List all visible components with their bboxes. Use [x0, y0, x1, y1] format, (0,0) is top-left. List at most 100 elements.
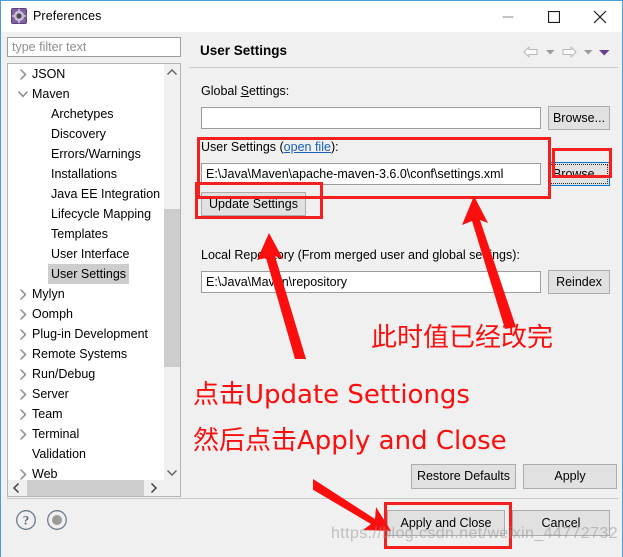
tree-item-errors-warnings[interactable]: Errors/Warnings: [8, 144, 165, 164]
view-menu-icon[interactable]: [596, 43, 612, 61]
page-title: User Settings: [200, 43, 288, 58]
chevron-right-icon[interactable]: [17, 324, 29, 344]
apply-button[interactable]: Apply: [523, 464, 617, 489]
tree-item-label: Discovery: [51, 127, 106, 141]
tree-item-label: Maven: [32, 87, 70, 101]
filter-input[interactable]: [7, 37, 181, 57]
chevron-right-icon[interactable]: [17, 64, 29, 84]
chevron-right-icon[interactable]: [17, 384, 29, 404]
global-settings-browse-button[interactable]: Browse...: [548, 106, 610, 130]
local-repository-label: Local Repository (From merged user and g…: [201, 248, 520, 262]
tree-item-terminal[interactable]: Terminal: [8, 424, 165, 444]
tree-item-team[interactable]: Team: [8, 404, 165, 424]
tree-item-templates[interactable]: Templates: [8, 224, 165, 244]
tree-item-label: Terminal: [32, 427, 80, 441]
tree-item-discovery[interactable]: Discovery: [8, 124, 165, 144]
scroll-up-icon[interactable]: [164, 64, 180, 81]
tree-item-oomph[interactable]: Oomph: [8, 304, 165, 324]
settings-form: Global Settings: Browse... User Settings…: [189, 68, 618, 460]
maximize-button[interactable]: [531, 1, 576, 32]
tree-horizontal-scrollbar[interactable]: [8, 480, 180, 496]
screenshot-root: Preferences JSON Maven Archetypes: [0, 0, 623, 557]
user-settings-label: User Settings (open file):: [201, 140, 339, 154]
maximize-icon: [547, 10, 560, 23]
preferences-sidebar: JSON Maven Archetypes Discovery Errors/Warni…: [7, 37, 181, 497]
scroll-left-icon[interactable]: [8, 480, 25, 496]
info-icon[interactable]: [46, 509, 68, 531]
tree-item-plug-in-development[interactable]: Plug-in Development: [8, 324, 165, 344]
reindex-button[interactable]: Reindex: [548, 270, 610, 294]
user-settings-page: User Settings Global Settings: Browse...…: [189, 37, 618, 497]
tree-item-label: Validation: [32, 447, 86, 461]
tree-item-label: User Interface: [51, 247, 130, 261]
title-bar: Preferences: [1, 1, 622, 32]
chevron-right-icon[interactable]: [17, 424, 29, 444]
back-dropdown-icon[interactable]: [542, 43, 558, 61]
tree-item-label: Java EE Integration: [51, 187, 161, 201]
forward-dropdown-icon[interactable]: [580, 43, 596, 61]
minimize-button[interactable]: [485, 1, 530, 32]
svg-text:?: ?: [23, 513, 30, 528]
cancel-button[interactable]: Cancel: [512, 510, 610, 536]
chevron-right-icon[interactable]: [17, 344, 29, 364]
tree-item-validation[interactable]: Validation: [8, 444, 165, 464]
dialog-footer: ? Apply and Close Cancel: [1, 499, 622, 557]
chevron-right-icon[interactable]: [17, 304, 29, 324]
tree-item-json[interactable]: JSON: [8, 64, 165, 84]
scroll-down-icon[interactable]: [164, 464, 180, 481]
user-settings-input[interactable]: [201, 163, 541, 185]
back-arrow-icon[interactable]: [520, 43, 542, 61]
restore-defaults-button[interactable]: Restore Defaults: [411, 464, 516, 489]
tree-item-label: Server: [32, 387, 69, 401]
tree-item-label: Errors/Warnings: [51, 147, 141, 161]
preferences-tree: JSON Maven Archetypes Discovery Errors/Warni…: [7, 63, 181, 497]
tree-item-web[interactable]: Web: [8, 464, 165, 481]
tree-item-maven[interactable]: Maven: [8, 84, 165, 104]
chevron-right-icon[interactable]: [17, 364, 29, 384]
user-settings-browse-button[interactable]: Browse...: [548, 162, 610, 186]
minimize-icon: [502, 16, 513, 17]
tree-item-label: Oomph: [32, 307, 73, 321]
tree-item-user-settings[interactable]: User Settings: [8, 264, 165, 284]
tree-item-server[interactable]: Server: [8, 384, 165, 404]
user-settings-label-suffix: ):: [330, 140, 339, 154]
tree-item-label: Plug-in Development: [32, 327, 149, 341]
forward-arrow-icon[interactable]: [558, 43, 580, 61]
close-icon: [593, 10, 606, 23]
apply-and-close-label: Apply and Close: [400, 515, 492, 530]
global-settings-input[interactable]: [201, 107, 541, 129]
local-repository-input[interactable]: [201, 271, 541, 293]
preferences-tree-list: JSON Maven Archetypes Discovery Errors/Warni…: [8, 64, 165, 481]
scrollbar-corner: [164, 480, 180, 496]
tree-item-label: Templates: [51, 227, 108, 241]
global-settings-label: Global Settings:: [201, 84, 290, 98]
chevron-right-icon[interactable]: [17, 464, 29, 481]
tree-item-run-debug[interactable]: Run/Debug: [8, 364, 165, 384]
tree-item-mylyn[interactable]: Mylyn: [8, 284, 165, 304]
tree-item-archetypes[interactable]: Archetypes: [8, 104, 165, 124]
close-button[interactable]: [577, 1, 622, 32]
tree-item-user-interface[interactable]: User Interface: [8, 244, 165, 264]
tree-item-label: User Settings: [48, 264, 130, 284]
tree-item-lifecycle-mapping[interactable]: Lifecycle Mapping: [8, 204, 165, 224]
help-icon[interactable]: ?: [15, 509, 37, 531]
tree-item-java-ee-integration[interactable]: Java EE Integration: [8, 184, 165, 204]
tree-hscroll-thumb[interactable]: [27, 480, 144, 496]
chevron-down-icon[interactable]: [17, 84, 29, 104]
tree-item-remote-systems[interactable]: Remote Systems: [8, 344, 165, 364]
update-settings-button[interactable]: Update Settings: [201, 192, 306, 216]
tree-vertical-scrollbar[interactable]: [164, 64, 180, 481]
tree-scroll-thumb[interactable]: [164, 209, 180, 367]
tree-item-label: Installations: [51, 167, 118, 181]
tree-item-label: Team: [32, 407, 63, 421]
open-file-link[interactable]: open file: [284, 140, 331, 154]
apply-and-close-button[interactable]: Apply and Close: [387, 510, 505, 536]
scroll-right-icon[interactable]: [145, 480, 162, 496]
preferences-dialog: Preferences JSON Maven Archetypes: [0, 0, 623, 557]
tree-item-installations[interactable]: Installations: [8, 164, 165, 184]
chevron-right-icon[interactable]: [17, 284, 29, 304]
cancel-label: Cancel: [541, 515, 581, 530]
apply-label: Apply: [554, 469, 586, 484]
tree-item-label: Lifecycle Mapping: [51, 207, 152, 221]
chevron-right-icon[interactable]: [17, 404, 29, 424]
